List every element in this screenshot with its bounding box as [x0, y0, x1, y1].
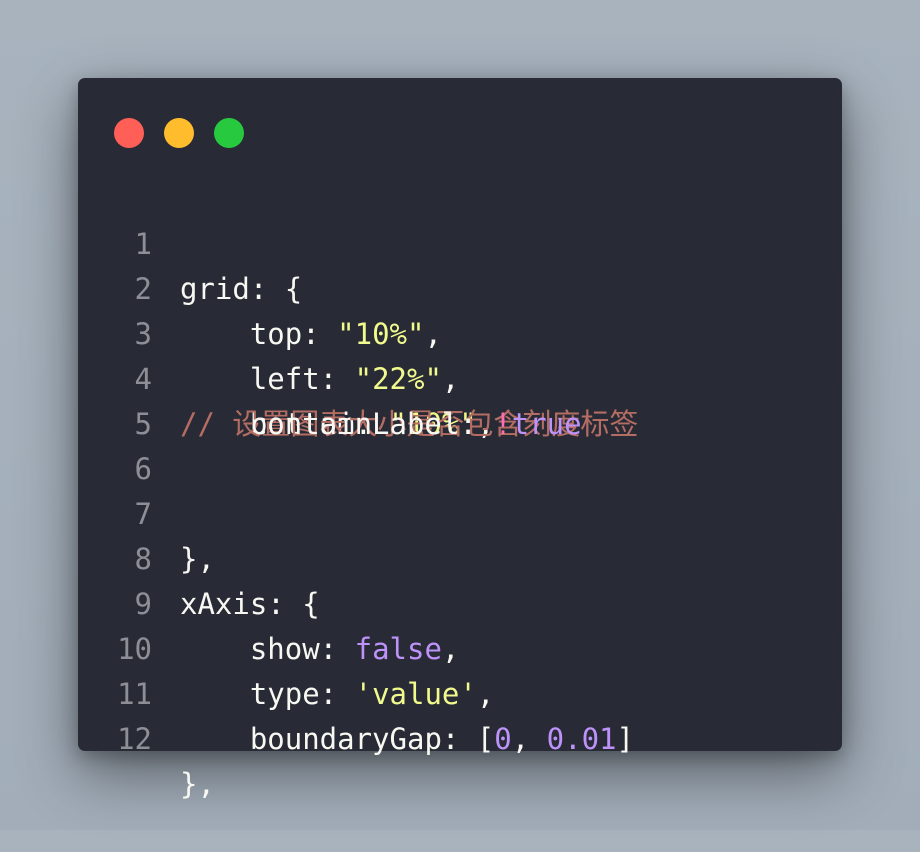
negation-operator: ! — [494, 407, 512, 441]
code-line: 1 grid: { — [78, 177, 842, 306]
code-line: 7 }, — [78, 447, 842, 576]
line-number: 12 — [117, 722, 152, 756]
punctuation: ] — [616, 722, 634, 756]
code-block: 1 grid: { 2 top: "10%", 3 left: "22%", 4… — [78, 177, 842, 801]
code-line: 3 left: "22%", — [78, 267, 842, 396]
code-line: 6 // 设置图表大小是否包含刻度标签 containLabel: !true — [78, 402, 842, 486]
punctuation: , — [511, 722, 547, 756]
code-line: 11 boundaryGap: [0, 0.01] — [78, 627, 842, 756]
minimize-button[interactable] — [164, 118, 194, 148]
code-line: 4 bottom: "10%", — [78, 312, 842, 441]
code-line: 2 top: "10%", — [78, 222, 842, 351]
code-text: boundaryGap: [0, 0.01] — [180, 717, 634, 762]
code-line: 8 xAxis: { — [78, 492, 842, 621]
code-window: 1 grid: { 2 top: "10%", 3 left: "22%", 4… — [78, 78, 842, 801]
code-text: containLabel: !true — [180, 402, 582, 447]
code-key: boundaryGap: [ — [249, 722, 495, 756]
number-literal: 0.01 — [546, 722, 617, 756]
number-literal: 0 — [494, 722, 512, 756]
code-line: 12 }, — [78, 672, 842, 801]
close-button[interactable] — [114, 118, 144, 148]
code-line: 5 — [78, 357, 842, 441]
boolean-literal: true — [511, 407, 582, 441]
code-key: containLabel: — [180, 407, 495, 441]
code-line: 10 type: 'value', — [78, 582, 842, 711]
maximize-button[interactable] — [214, 118, 244, 148]
code-text: }, — [180, 767, 215, 801]
code-line: 9 show: false, — [78, 537, 842, 666]
